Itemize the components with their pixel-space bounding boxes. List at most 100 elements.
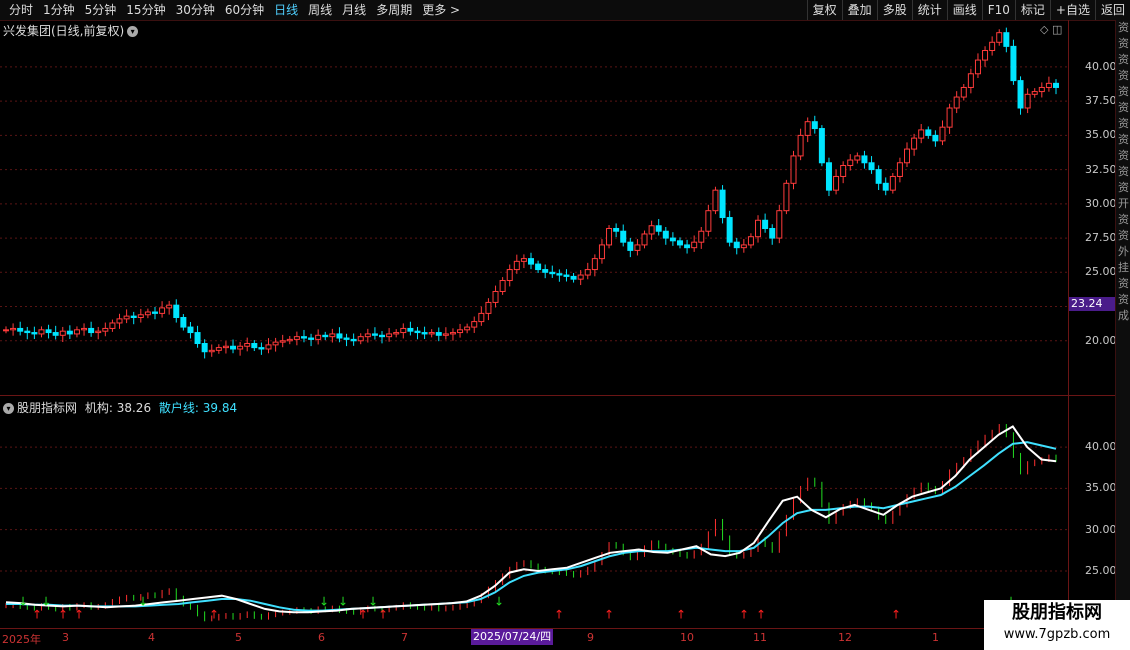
candle-body xyxy=(386,333,393,338)
candle-body xyxy=(10,327,17,331)
candle-body xyxy=(31,332,38,335)
candle-body xyxy=(584,269,591,276)
chevron-down-icon[interactable]: ▾ xyxy=(3,403,14,414)
candle-body xyxy=(59,330,66,336)
candle-body xyxy=(88,327,95,334)
candle-body xyxy=(747,236,754,246)
right-col-char: 资 xyxy=(1118,277,1129,290)
price-tick-label: 40.00 xyxy=(1085,59,1117,73)
date-label: 9 xyxy=(587,631,594,644)
candle-body xyxy=(691,241,698,249)
indicator-title: ▾ 股朋指标网 机构: 38.26 散户线: 39.84 xyxy=(3,399,237,416)
candle-body xyxy=(265,344,272,350)
top-toolbar: 分时 1分钟 5分钟 15分钟 30分钟 60分钟 日线 周线 月线 多周期 更多 > 复权 叠加 多股… xyxy=(0,0,1130,21)
right-col-char: 资 xyxy=(1118,149,1129,162)
sell-arrow-icon: ↓ xyxy=(494,595,504,609)
candle-body xyxy=(904,148,911,164)
sell-arrow-icon: ↓ xyxy=(338,595,348,609)
period-tab-1[interactable]: 1分钟 xyxy=(38,2,80,18)
candle-body xyxy=(272,341,279,346)
price-tick-label: 25.00 xyxy=(1085,265,1117,279)
tool-button-0[interactable]: 复权 xyxy=(806,0,842,20)
candle-body xyxy=(194,332,201,345)
buy-arrow-icon: ↑ xyxy=(891,608,901,622)
right-col-char: 资 xyxy=(1118,21,1129,34)
candle-body xyxy=(896,162,903,177)
right-col-char: 资 xyxy=(1118,213,1129,226)
right-col-char: 资 xyxy=(1118,37,1129,50)
candle-body xyxy=(201,343,208,353)
period-tab-9[interactable]: 多周期 xyxy=(371,2,417,18)
candle-body xyxy=(513,260,520,271)
candle-body xyxy=(393,332,400,335)
period-tab-10[interactable]: 更多 > xyxy=(417,2,465,18)
period-tab-5[interactable]: 60分钟 xyxy=(220,2,269,18)
tool-button-1[interactable]: 叠加 xyxy=(841,0,877,20)
period-tab-3[interactable]: 15分钟 xyxy=(121,2,170,18)
candle-body xyxy=(24,330,31,334)
candle-body xyxy=(960,86,967,98)
candle-body xyxy=(684,244,691,249)
tool-button-3[interactable]: 统计 xyxy=(911,0,947,20)
candle-body xyxy=(166,304,173,309)
candle-body xyxy=(676,240,683,246)
sell-arrow-icon: ↓ xyxy=(41,595,51,609)
candle-body xyxy=(293,336,300,340)
buy-arrow-icon: ↑ xyxy=(756,608,766,622)
main-right-axis xyxy=(1068,20,1069,630)
period-tab-4[interactable]: 30分钟 xyxy=(171,2,220,18)
candle-body xyxy=(648,225,655,235)
candle-body xyxy=(875,169,882,184)
candle-body xyxy=(833,175,840,191)
candle-body xyxy=(925,129,932,136)
candle-body xyxy=(1038,86,1045,93)
current-price-tag: 23.24 xyxy=(1069,297,1116,311)
candle-body xyxy=(102,327,109,332)
candle-body xyxy=(123,315,130,320)
candle-body xyxy=(286,338,293,342)
candle-body xyxy=(634,244,641,251)
sell-arrow-icon: ↓ xyxy=(368,595,378,609)
right-col-char: 资 xyxy=(1118,165,1129,178)
buy-arrow-icon: ↑ xyxy=(58,608,68,622)
buy-arrow-icon: ↑ xyxy=(739,608,749,622)
candle-body xyxy=(606,227,613,246)
candle-body xyxy=(251,343,258,349)
candle-body xyxy=(407,327,414,332)
date-label: 11 xyxy=(753,631,767,644)
period-tab-2[interactable]: 5分钟 xyxy=(80,2,122,18)
candle-body xyxy=(911,137,918,150)
tool-button-6[interactable]: 标记 xyxy=(1014,0,1050,20)
candle-body xyxy=(1031,91,1038,95)
date-label: 6 xyxy=(318,631,325,644)
period-tab-8[interactable]: 月线 xyxy=(337,2,371,18)
buy-arrow-icon: ↑ xyxy=(209,608,219,622)
right-col-char: 开 xyxy=(1118,197,1129,210)
tool-button-2[interactable]: 多股 xyxy=(876,0,912,20)
candle-body xyxy=(435,332,442,336)
candle-body xyxy=(861,155,868,164)
candle-body xyxy=(308,337,315,340)
buy-arrow-icon: ↑ xyxy=(676,608,686,622)
indicator-name: 股朋指标网 xyxy=(17,401,78,415)
candle-body xyxy=(364,333,371,338)
candle-body xyxy=(932,134,939,142)
date-label: 12 xyxy=(838,631,852,644)
candle-body xyxy=(215,347,222,351)
candle-body xyxy=(535,263,542,271)
tool-button-4[interactable]: 画线 xyxy=(946,0,982,20)
right-col-char: 资 xyxy=(1118,133,1129,146)
tool-button-8[interactable]: 返回 xyxy=(1094,0,1130,20)
candlestick-chart[interactable] xyxy=(0,20,1068,395)
period-tab-7[interactable]: 周线 xyxy=(303,2,337,18)
tool-button-7[interactable]: +自选 xyxy=(1049,0,1095,20)
period-tab-6[interactable]: 日线 xyxy=(269,2,303,18)
period-tab-0[interactable]: 分时 xyxy=(4,2,38,18)
candle-body xyxy=(818,128,825,164)
right-col-char: 成 xyxy=(1118,309,1129,322)
candle-body xyxy=(499,280,506,292)
indicator-chart[interactable]: ↑↑↑↑↑↑↑↑↑↑↑↑↓↓↓↓↓↓↓↓ xyxy=(0,396,1068,628)
tool-button-5[interactable]: F10 xyxy=(981,0,1015,20)
candle-body xyxy=(258,347,265,350)
right-col-char: 资 xyxy=(1118,53,1129,66)
